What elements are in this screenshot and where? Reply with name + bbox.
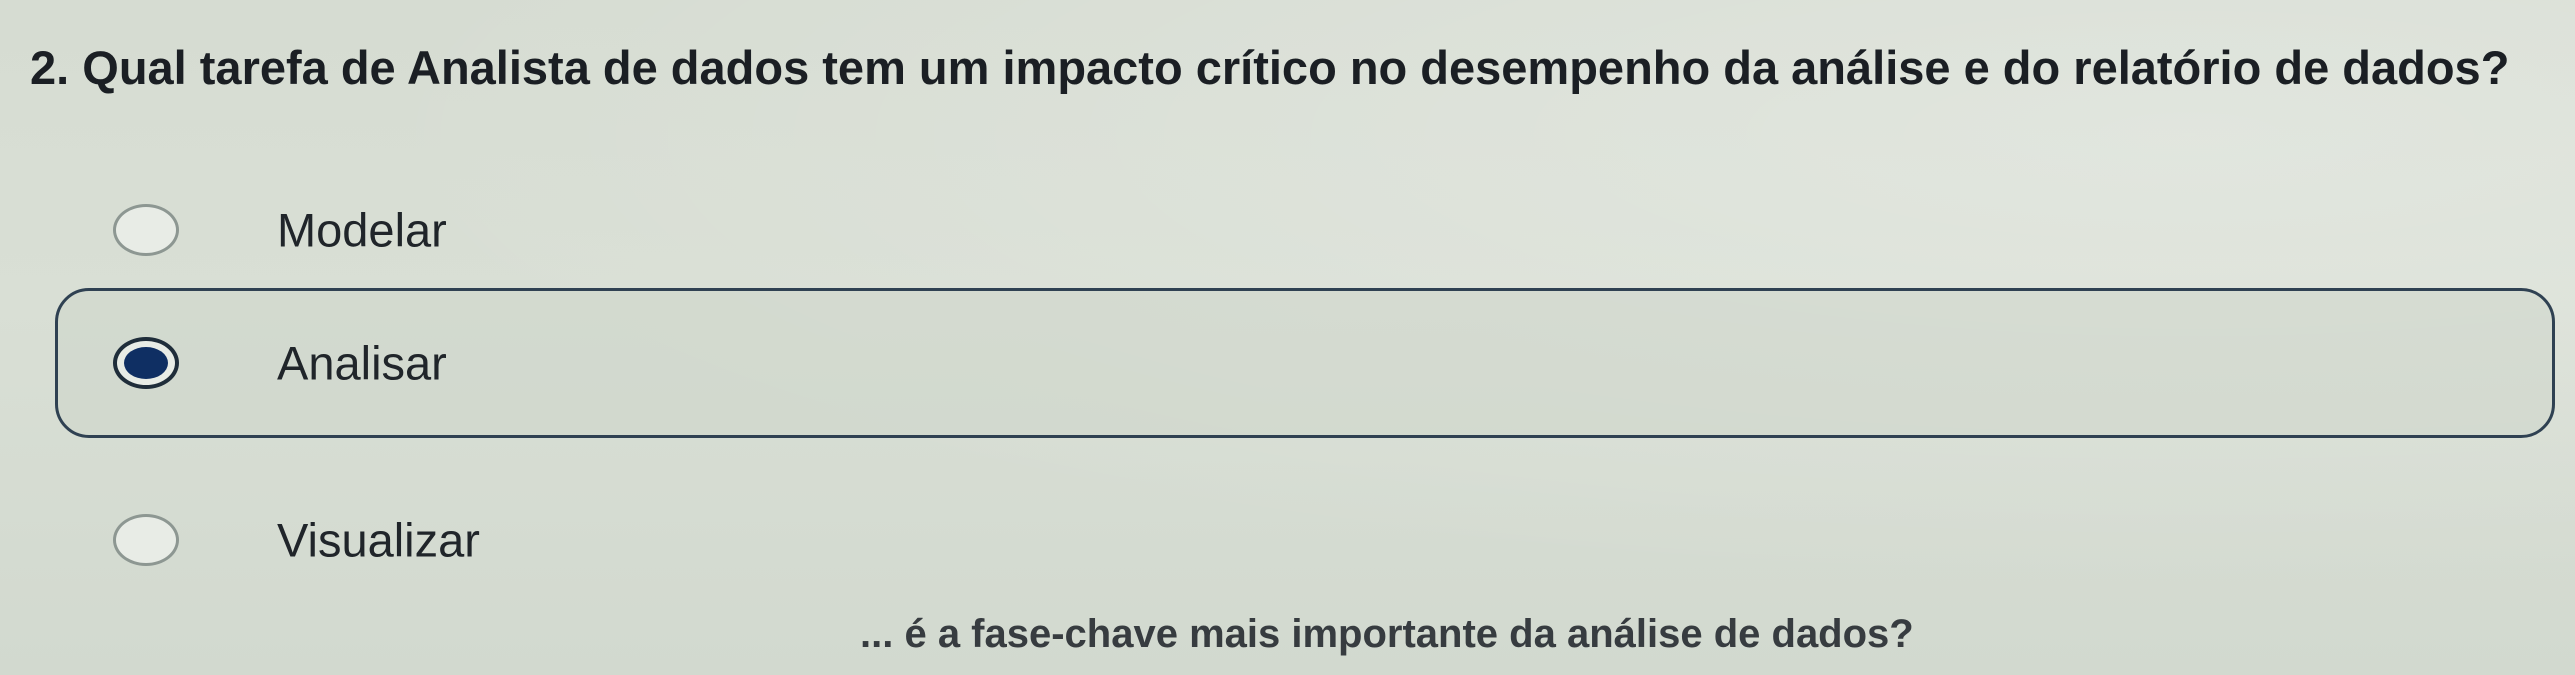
next-question-partial: ... é a fase-chave mais importante da an… (860, 612, 1914, 656)
radio-selected-dot-icon (124, 347, 168, 379)
quiz-screen: 2. Qual tarefa de Analista de dados tem … (0, 0, 2575, 675)
option-label: Analisar (277, 336, 447, 390)
radio-button-selected[interactable] (113, 337, 179, 389)
option-visualizar[interactable]: Visualizar (55, 465, 2555, 615)
radio-button-unselected[interactable] (113, 204, 179, 256)
option-label: Modelar (277, 203, 447, 257)
option-modelar[interactable]: Modelar (55, 155, 2555, 305)
radio-button-unselected[interactable] (113, 514, 179, 566)
question-text: 2. Qual tarefa de Analista de dados tem … (30, 41, 2510, 94)
option-analisar[interactable]: Analisar (55, 288, 2555, 438)
option-label: Visualizar (277, 513, 480, 567)
